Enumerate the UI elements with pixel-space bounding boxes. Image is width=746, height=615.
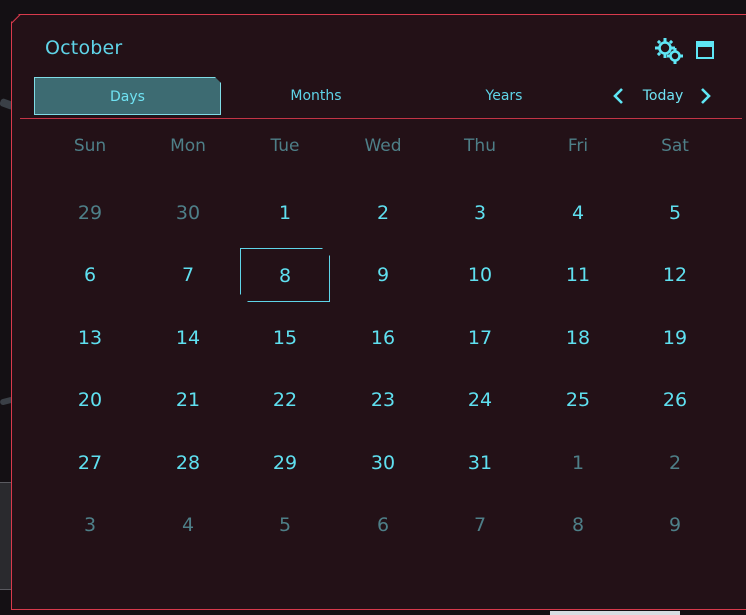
day-cell-selected[interactable]: 8 xyxy=(240,248,330,302)
day-cell[interactable]: 7 xyxy=(143,248,233,302)
day-cell[interactable]: 30 xyxy=(338,436,428,490)
day-cell[interactable]: 20 xyxy=(45,373,135,427)
day-cell[interactable]: 22 xyxy=(240,373,330,427)
background-bar xyxy=(550,611,680,615)
day-cell[interactable]: 15 xyxy=(240,311,330,365)
calendar-window: October Days Months Years Today Sun Mon … xyxy=(11,14,746,610)
day-cell[interactable]: 18 xyxy=(533,311,623,365)
day-cell[interactable]: 21 xyxy=(143,373,233,427)
day-cell[interactable]: 17 xyxy=(435,311,525,365)
day-cell[interactable]: 26 xyxy=(630,373,720,427)
day-cell[interactable]: 12 xyxy=(630,248,720,302)
day-cell[interactable]: 29 xyxy=(240,436,330,490)
day-cell[interactable]: 24 xyxy=(435,373,525,427)
day-cell[interactable]: 29 xyxy=(45,186,135,240)
day-cell[interactable]: 10 xyxy=(435,248,525,302)
day-cell[interactable]: 13 xyxy=(45,311,135,365)
day-cell[interactable]: 2 xyxy=(630,436,720,490)
day-cell[interactable]: 11 xyxy=(533,248,623,302)
day-cell[interactable]: 27 xyxy=(45,436,135,490)
day-cell[interactable]: 6 xyxy=(45,248,135,302)
day-cell[interactable]: 30 xyxy=(143,186,233,240)
day-cell[interactable]: 28 xyxy=(143,436,233,490)
day-cell[interactable]: 8 xyxy=(533,498,623,552)
day-cell[interactable]: 1 xyxy=(533,436,623,490)
day-cell[interactable]: 2 xyxy=(338,186,428,240)
day-cell[interactable]: 4 xyxy=(143,498,233,552)
day-cell[interactable]: 16 xyxy=(338,311,428,365)
day-cell[interactable]: 14 xyxy=(143,311,233,365)
day-grid: 29 30 1 2 3 4 5 6 7 8 9 10 11 12 13 14 15 16 17 18 19 20 21 22 2… xyxy=(12,15,746,610)
day-cell[interactable]: 6 xyxy=(338,498,428,552)
day-cell[interactable]: 9 xyxy=(630,498,720,552)
day-cell[interactable]: 5 xyxy=(240,498,330,552)
day-cell[interactable]: 3 xyxy=(435,186,525,240)
day-cell[interactable]: 9 xyxy=(338,248,428,302)
background-panel xyxy=(0,482,11,590)
day-cell[interactable]: 3 xyxy=(45,498,135,552)
day-cell[interactable]: 1 xyxy=(240,186,330,240)
day-cell[interactable]: 7 xyxy=(435,498,525,552)
day-cell[interactable]: 4 xyxy=(533,186,623,240)
day-cell[interactable]: 19 xyxy=(630,311,720,365)
day-cell[interactable]: 5 xyxy=(630,186,720,240)
day-cell[interactable]: 23 xyxy=(338,373,428,427)
day-cell[interactable]: 31 xyxy=(435,436,525,490)
day-cell[interactable]: 25 xyxy=(533,373,623,427)
